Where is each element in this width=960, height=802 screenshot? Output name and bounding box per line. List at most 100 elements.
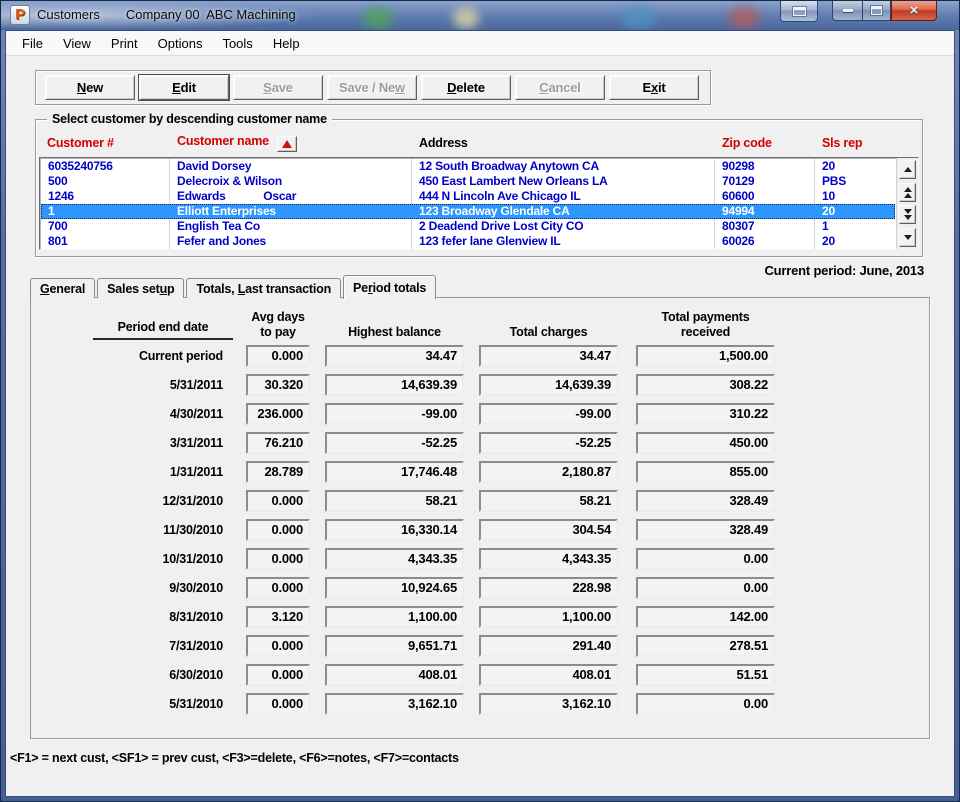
total-charges-value: -99.00 — [479, 403, 618, 425]
avg-days-value: 0.000 — [246, 577, 310, 599]
window-title: CustomersCompany 00 ABC Machining — [37, 7, 296, 22]
period-column-header-line: Avg days — [246, 310, 310, 325]
scroll-up-button[interactable] — [899, 160, 916, 179]
list-scrollbar[interactable] — [896, 158, 918, 249]
customer-cell: 1 — [41, 204, 170, 219]
column-header-label: Customer # — [47, 136, 114, 150]
total-payments-value: 0.00 — [636, 577, 775, 599]
customer-row[interactable]: 6035240756David Dorsey12 South Broadway … — [41, 159, 895, 174]
highest-balance-value: 58.21 — [325, 490, 464, 512]
total-payments-value: 0.00 — [636, 693, 775, 715]
exit-button[interactable]: Exit — [609, 75, 699, 100]
window-title-app: Customers — [37, 7, 100, 22]
avg-days-value: 30.320 — [246, 374, 310, 396]
total-charges-value: 58.21 — [479, 490, 618, 512]
period-end-date-label: 4/30/2011 — [93, 407, 233, 421]
customer-cell: 6035240756 — [41, 159, 170, 174]
tab-totals-last-transaction[interactable]: Totals, Last transaction — [186, 278, 341, 298]
period-totals-panel: Period end dateAvg daysto payHighest bal… — [30, 297, 930, 739]
customer-row[interactable]: 500Delecroix & Wilson450 East Lambert Ne… — [41, 174, 895, 189]
period-row: 9/30/20100.00010,924.65228.980.00 — [93, 577, 775, 599]
menu-item-view[interactable]: View — [53, 31, 101, 55]
period-row: 5/31/20100.0003,162.103,162.100.00 — [93, 693, 775, 715]
close-icon: ✕ — [909, 4, 918, 17]
arrow-up-icon — [904, 167, 912, 172]
customer-cell: Delecroix & Wilson — [170, 174, 412, 189]
save-button[interactable]: Save — [233, 75, 323, 100]
customer-cell: 123 Broadway Glendale CA — [412, 204, 715, 219]
edit-button[interactable]: Edit — [139, 75, 229, 100]
minimize-icon — [843, 9, 853, 12]
app-icon: P — [10, 5, 30, 25]
app-window: P CustomersCompany 00 ABC Machining ✕ Fi… — [0, 0, 960, 802]
sort-ascending-button[interactable] — [277, 136, 297, 152]
menu-item-print[interactable]: Print — [101, 31, 148, 55]
tab-general[interactable]: General — [30, 278, 95, 298]
customer-cell: 1246 — [41, 189, 170, 204]
menu-bar: FileViewPrintOptionsToolsHelp — [6, 31, 954, 56]
tab-period-totals[interactable]: Period totals — [343, 275, 436, 299]
customer-rows: 6035240756David Dorsey12 South Broadway … — [41, 159, 895, 248]
total-payments-value: 0.00 — [636, 548, 775, 570]
period-row: 10/31/20100.0004,343.354,343.350.00 — [93, 548, 775, 570]
customer-list-header: Customer # Customer name Address Zip codeSl… — [39, 131, 919, 155]
customer-row[interactable]: 801Fefer and Jones123 fefer lane Glenvie… — [41, 234, 895, 249]
customer-cell: Edwards Oscar — [170, 189, 412, 204]
customer-cell: 450 East Lambert New Orleans LA — [412, 174, 715, 189]
glass-blob — [363, 7, 393, 29]
avg-days-value: 0.000 — [246, 345, 310, 367]
scroll-down-button[interactable] — [899, 228, 916, 247]
period-row: 6/30/20100.000408.01408.0151.51 — [93, 664, 775, 686]
toolbar: NewEditSaveSave / NewDeleteCancelExit — [35, 70, 711, 105]
customer-listbox: 6035240756David Dorsey12 South Broadway … — [39, 157, 919, 250]
menu-item-help[interactable]: Help — [263, 31, 310, 55]
maximize-button[interactable] — [862, 1, 891, 21]
period-column-header: Avg daysto pay — [246, 310, 310, 340]
column-header-label: Address — [419, 136, 468, 150]
period-column-header-line: Total payments — [636, 310, 775, 325]
period-column-header: Total charges — [479, 325, 618, 340]
groupbox-title: Select customer by descending customer n… — [47, 112, 332, 126]
highest-balance-value: 16,330.14 — [325, 519, 464, 541]
customer-cell: 20 — [815, 159, 895, 174]
total-charges-value: 4,343.35 — [479, 548, 618, 570]
highest-balance-value: 3,162.10 — [325, 693, 464, 715]
popout-button[interactable] — [780, 1, 818, 22]
period-end-date-label: 10/31/2010 — [93, 552, 233, 566]
customer-row[interactable]: 700English Tea Co2 Deadend Drive Lost Ci… — [41, 219, 895, 234]
save-new-button[interactable]: Save / New — [327, 75, 417, 100]
customer-row[interactable]: 1246Edwards Oscar444 N Lincoln Ave Chica… — [41, 189, 895, 204]
new-button[interactable]: New — [45, 75, 135, 100]
period-row: 8/31/20103.1201,100.001,100.00142.00 — [93, 606, 775, 628]
customer-cell: 60026 — [715, 234, 815, 249]
highest-balance-value: 9,651.71 — [325, 635, 464, 657]
customer-row[interactable]: 1Elliott Enterprises123 Broadway Glendal… — [41, 204, 895, 219]
column-header-label: Customer name — [177, 134, 269, 148]
total-payments-value: 328.49 — [636, 490, 775, 512]
avg-days-value: 0.000 — [246, 548, 310, 570]
period-end-date-label: 9/30/2010 — [93, 581, 233, 595]
period-table-header: Period end dateAvg daysto payHighest bal… — [93, 310, 775, 340]
period-column-header-line: Total charges — [479, 325, 618, 340]
menu-item-options[interactable]: Options — [148, 31, 213, 55]
close-button[interactable]: ✕ — [891, 1, 937, 21]
avg-days-value: 0.000 — [246, 693, 310, 715]
scroll-page-up-button[interactable] — [899, 183, 916, 202]
column-header-zip-code: Zip code — [714, 136, 814, 150]
menu-item-file[interactable]: File — [12, 31, 53, 55]
period-end-date-label: 5/31/2011 — [93, 378, 233, 392]
cancel-button[interactable]: Cancel — [515, 75, 605, 100]
menu-item-tools[interactable]: Tools — [212, 31, 262, 55]
avg-days-value: 0.000 — [246, 490, 310, 512]
delete-button[interactable]: Delete — [421, 75, 511, 100]
period-column-header-line: Highest balance — [325, 325, 464, 340]
arrow-down-icon — [904, 215, 912, 220]
scroll-page-down-button[interactable] — [899, 205, 916, 224]
avg-days-value: 3.120 — [246, 606, 310, 628]
title-bar: P CustomersCompany 00 ABC Machining ✕ — [1, 1, 959, 30]
customer-cell: 2 Deadend Drive Lost City CO — [412, 219, 715, 234]
minimize-button[interactable] — [832, 1, 862, 21]
period-row: 4/30/2011236.000-99.00-99.00310.22 — [93, 403, 775, 425]
tab-sales-setup[interactable]: Sales setup — [97, 278, 184, 298]
column-header-sls-rep: Sls rep — [814, 136, 919, 150]
